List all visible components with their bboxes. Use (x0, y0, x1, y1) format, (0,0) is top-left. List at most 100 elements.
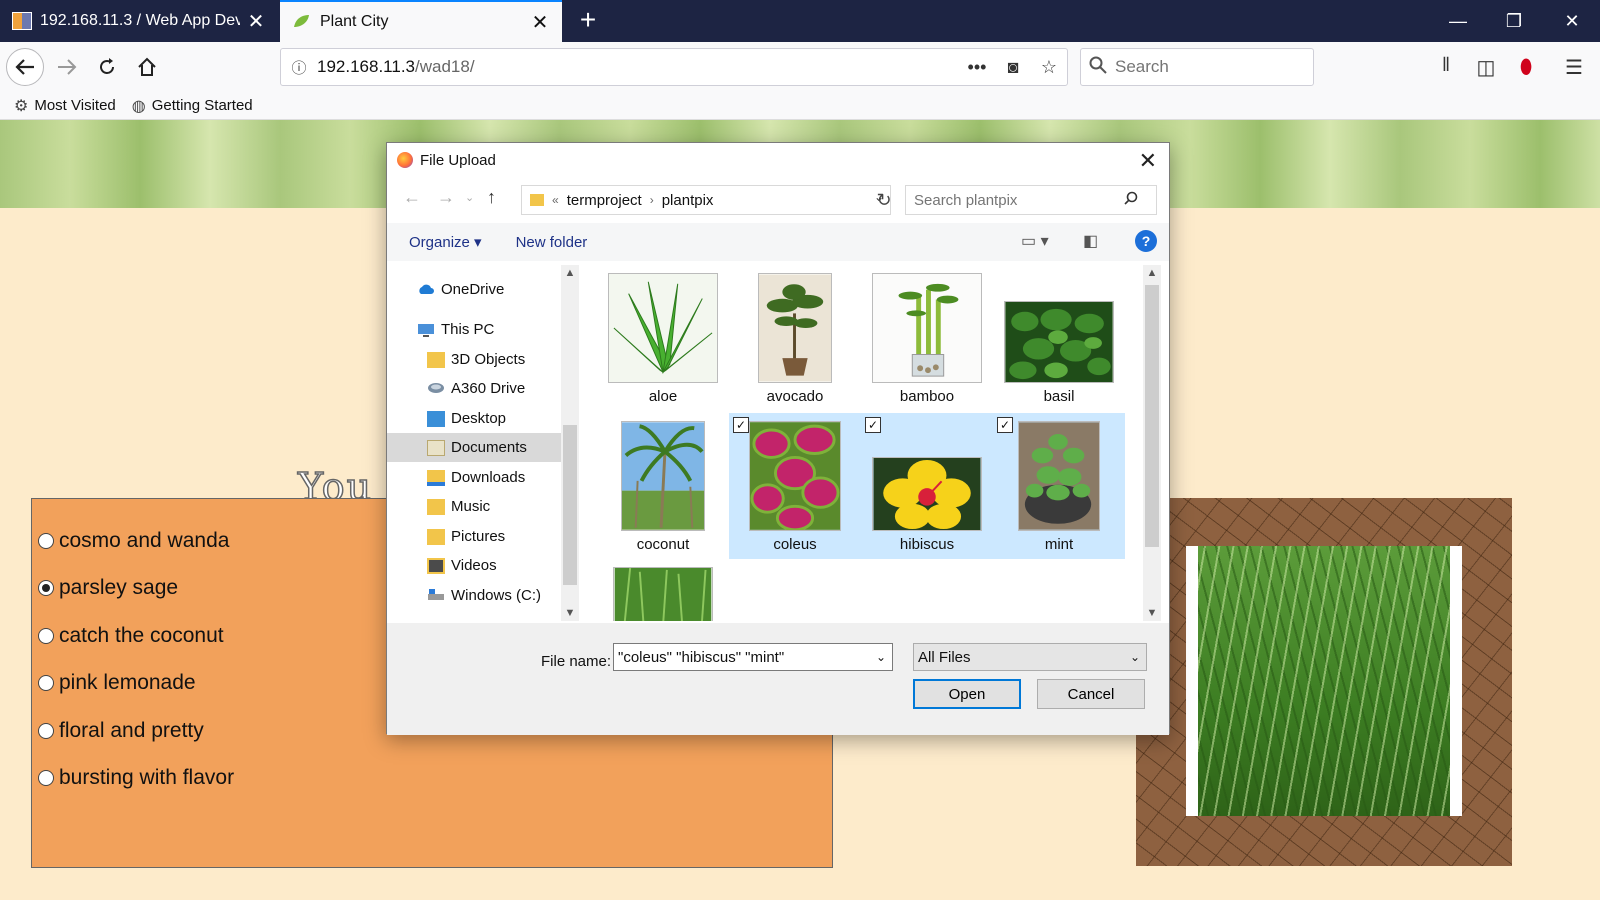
nav-label: Videos (451, 557, 497, 574)
bookmark-most-visited[interactable]: ⚙ Most Visited (14, 96, 116, 116)
window-close-icon[interactable]: ✕ (1544, 0, 1600, 42)
option-row[interactable]: bursting with flavor (32, 755, 832, 803)
open-button[interactable]: Open (913, 679, 1021, 709)
url-host: 192.168.11.3 (317, 57, 415, 76)
file-name: hibiscus (899, 536, 955, 553)
nav-item-videos[interactable]: Videos (387, 551, 561, 580)
breadcrumb[interactable]: « termproject › plantpix ⌄ (521, 185, 891, 215)
close-tab-icon[interactable]: ✕ (530, 10, 550, 35)
file-item-partial[interactable] (597, 561, 729, 621)
file-item-basil[interactable]: basil (993, 265, 1125, 411)
thumbnail (1003, 271, 1115, 383)
browser-search-input[interactable] (1115, 57, 1295, 77)
file-name: aloe (648, 388, 678, 405)
forward-arrow-icon[interactable]: → (437, 187, 455, 208)
menu-hamburger-icon[interactable]: ☰ (1558, 52, 1590, 82)
new-folder-button[interactable]: New folder (516, 234, 588, 251)
dialog-close-icon[interactable]: ✕ (1139, 148, 1157, 174)
file-type-value: All Files (918, 648, 971, 666)
chevron-down-icon[interactable]: ⌄ (876, 650, 886, 664)
radio-button[interactable] (38, 627, 54, 644)
radio-button[interactable] (38, 722, 54, 739)
file-item-coconut[interactable]: coconut (597, 413, 729, 559)
scroll-down-icon[interactable]: ▼ (561, 607, 579, 619)
file-item-mint[interactable]: ✓ mint (993, 413, 1125, 559)
url-bar[interactable]: ⓘ 192.168.11.3/wad18/ ••• ◙ ☆ (280, 48, 1068, 86)
file-item-coleus[interactable]: ✓ coleus (729, 413, 861, 559)
file-item-aloe[interactable]: aloe (597, 265, 729, 411)
file-item-avocado[interactable]: avocado (729, 265, 861, 411)
radio-button[interactable] (38, 770, 54, 787)
browser-search-box[interactable] (1080, 48, 1314, 86)
search-icon (1089, 56, 1107, 78)
radio-button-selected[interactable] (38, 580, 54, 597)
nav-item-onedrive[interactable]: OneDrive (387, 275, 561, 304)
file-item-bamboo[interactable]: bamboo (861, 265, 993, 411)
nav-item-pictures[interactable]: Pictures (387, 522, 561, 551)
dialog-title-bar: File Upload (387, 143, 1169, 177)
refresh-icon[interactable]: ↻ (871, 185, 897, 215)
preview-pane-icon[interactable]: ◧ (1083, 231, 1098, 251)
nav-item-music[interactable]: Music (387, 492, 561, 521)
bookmark-getting-started[interactable]: ◍ Getting Started (132, 96, 253, 116)
back-arrow-icon[interactable] (6, 48, 44, 86)
dialog-search-box[interactable] (905, 185, 1157, 215)
breadcrumb-item[interactable]: termproject (567, 192, 642, 209)
page-actions-icon[interactable]: ••• (959, 57, 995, 78)
view-options-icon[interactable]: ▭ ▾ (1021, 231, 1049, 251)
new-tab-plus-icon[interactable]: + (572, 4, 604, 38)
file-item-hibiscus[interactable]: ✓ hibiscus (861, 413, 993, 559)
sidebar-icon[interactable]: ◫ (1470, 52, 1502, 82)
home-icon[interactable] (128, 48, 166, 86)
scroll-up-icon[interactable]: ▲ (1143, 267, 1161, 279)
nav-item-downloads[interactable]: Downloads (387, 463, 561, 492)
dialog-search-input[interactable] (914, 191, 1124, 209)
help-icon[interactable]: ? (1135, 230, 1157, 252)
file-list-scrollbar[interactable]: ▲ ▼ (1143, 265, 1161, 621)
breadcrumb-separator-icon: › (649, 193, 654, 207)
scroll-thumb[interactable] (563, 425, 577, 585)
recent-locations-chevron-icon[interactable]: ⌄ (465, 191, 474, 204)
option-label: pink lemonade (59, 671, 196, 695)
back-arrow-icon[interactable]: ← (403, 187, 421, 208)
library-icon[interactable]: 𝍪 (1430, 52, 1462, 82)
nav-label: A360 Drive (451, 380, 526, 397)
radio-button[interactable] (38, 532, 54, 549)
tab-phpmyadmin[interactable]: 192.168.11.3 / Web App Dev Se ✕ (0, 0, 278, 42)
scroll-thumb[interactable] (1145, 285, 1159, 547)
file-name-input[interactable]: "coleus" "hibiscus" "mint" ⌄ (613, 643, 893, 671)
option-label: catch the coconut (59, 623, 224, 647)
file-name: basil (1043, 388, 1075, 405)
nav-item-3d-objects[interactable]: 3D Objects (387, 345, 561, 374)
breadcrumb-item[interactable]: plantpix (662, 192, 714, 209)
thumbnail (739, 419, 851, 531)
organize-button[interactable]: Organize ▾ (409, 233, 482, 251)
bookmark-star-icon[interactable]: ☆ (1031, 57, 1067, 78)
cancel-button[interactable]: Cancel (1037, 679, 1145, 709)
file-name: mint (1044, 536, 1074, 553)
minimize-icon[interactable]: — (1430, 0, 1486, 42)
nav-item-this-pc[interactable]: This PC (387, 315, 561, 344)
radio-button[interactable] (38, 675, 54, 692)
option-label: cosmo and wanda (59, 528, 230, 552)
scroll-down-icon[interactable]: ▼ (1143, 607, 1161, 619)
close-tab-icon[interactable]: ✕ (246, 9, 266, 34)
info-icon[interactable]: ⓘ (281, 57, 317, 78)
nav-item-desktop[interactable]: Desktop (387, 404, 561, 433)
nav-item-documents[interactable]: Documents (387, 433, 561, 462)
nav-item-a360-drive[interactable]: A360 Drive (387, 374, 561, 403)
tab-plant-city[interactable]: Plant City ✕ (280, 0, 562, 42)
folder-icon (427, 410, 445, 427)
file-type-select[interactable]: All Files ⌄ (913, 643, 1147, 671)
scroll-up-icon[interactable]: ▲ (561, 267, 579, 279)
nav-label: 3D Objects (451, 351, 526, 368)
pocket-icon[interactable]: ◙ (995, 57, 1031, 78)
nav-item-windows-c[interactable]: Windows (C:) (387, 581, 561, 610)
gear-icon: ⚙ (14, 97, 29, 115)
up-arrow-icon[interactable]: ↑ (487, 187, 496, 208)
reload-icon[interactable] (88, 48, 126, 86)
opera-extension-icon[interactable]: ⬮ (1510, 52, 1542, 82)
restore-icon[interactable]: ❐ (1486, 0, 1542, 42)
navigation-pane-scrollbar[interactable]: ▲ ▼ (561, 265, 579, 621)
forward-arrow-icon[interactable] (48, 48, 86, 86)
